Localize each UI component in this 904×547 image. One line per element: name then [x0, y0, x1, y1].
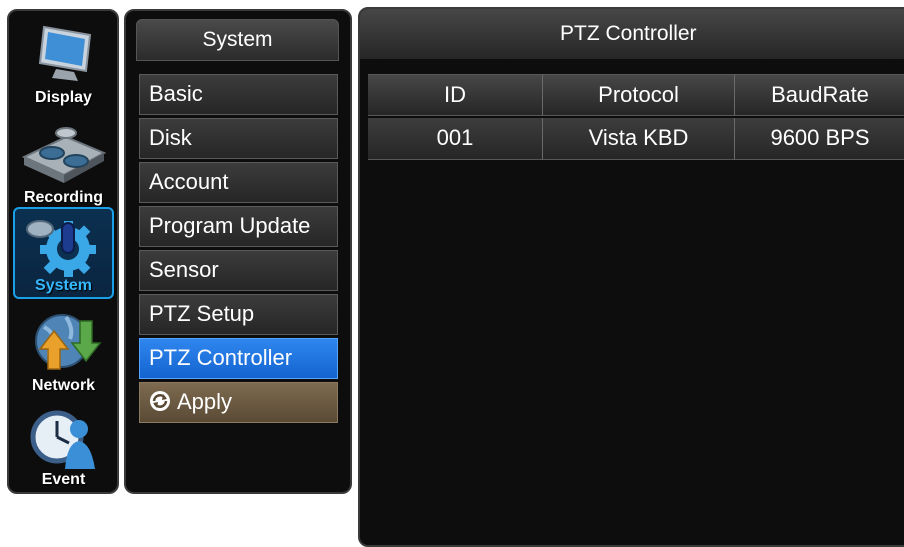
system-gear-icon: [25, 220, 96, 277]
column-header-protocol: Protocol: [543, 74, 735, 116]
sidebar-item-system[interactable]: System: [13, 207, 114, 299]
sidebar-item-label: Network: [31, 377, 96, 394]
sidebar-item-display[interactable]: Display: [13, 15, 114, 107]
apply-refresh-icon: [150, 391, 170, 412]
system-submenu: System Basic Disk Account Program Update…: [124, 9, 352, 494]
sidebar-item-label: System: [35, 277, 92, 294]
event-clock-icon: [30, 410, 95, 469]
apply-label: Apply: [177, 389, 233, 414]
table-cell-baudrate[interactable]: 9600 BPS: [735, 118, 904, 160]
column-header-baudrate: BaudRate: [735, 74, 904, 116]
table-cell-id[interactable]: 001: [368, 118, 543, 160]
submenu-header: System: [136, 19, 339, 61]
monitor-icon: [38, 25, 91, 81]
table-cell-protocol[interactable]: Vista KBD: [543, 118, 735, 160]
recording-reels-icon: [21, 127, 106, 183]
main-category-sidebar: Display Recording System Network Event: [7, 9, 119, 494]
sidebar-item-label: Event: [41, 471, 86, 488]
menu-item-program-update[interactable]: Program Update: [139, 206, 338, 247]
sidebar-item-recording[interactable]: Recording: [13, 111, 114, 206]
menu-item-account[interactable]: Account: [139, 162, 338, 203]
sidebar-item-network[interactable]: Network: [13, 303, 114, 395]
column-header-id: ID: [368, 74, 543, 116]
network-globe-icon: [34, 314, 102, 370]
sidebar-item-event[interactable]: Event: [13, 399, 114, 491]
ptz-controller-panel: PTZ Controller ID Protocol BaudRate 001 …: [358, 7, 904, 547]
panel-title: PTZ Controller: [360, 9, 904, 59]
menu-item-disk[interactable]: Disk: [139, 118, 338, 159]
menu-item-ptz-setup[interactable]: PTZ Setup: [139, 294, 338, 335]
menu-item-basic[interactable]: Basic: [139, 74, 338, 115]
sidebar-item-label: Display: [35, 89, 92, 106]
menu-item-ptz-controller[interactable]: PTZ Controller: [139, 338, 338, 379]
apply-button[interactable]: Apply: [139, 382, 338, 423]
menu-item-sensor[interactable]: Sensor: [139, 250, 338, 291]
sidebar-item-label: Recording: [23, 189, 104, 206]
